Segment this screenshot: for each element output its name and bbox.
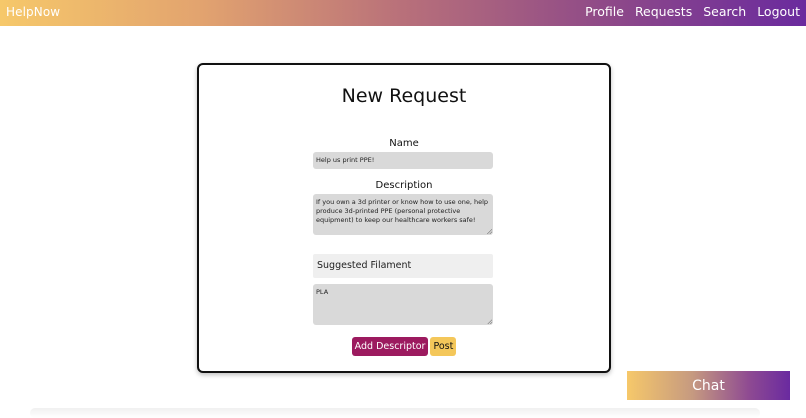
name-input[interactable]: Help us print PPE! xyxy=(313,152,493,169)
descriptor-value-text: PLA xyxy=(316,288,329,296)
chat-button[interactable]: Chat xyxy=(627,371,790,400)
new-request-card: New Request Name Help us print PPE! Desc… xyxy=(197,63,611,373)
description-text: If you own a 3d printer or know how to u… xyxy=(316,198,489,224)
descriptor-name-input[interactable]: Suggested Filament xyxy=(313,254,493,278)
resize-grip-icon[interactable] xyxy=(487,229,492,234)
add-descriptor-button[interactable]: Add Descriptor xyxy=(351,337,429,356)
descriptor-value-textarea[interactable]: PLA xyxy=(313,284,493,325)
nav-requests[interactable]: Requests xyxy=(635,4,692,19)
name-label: Name xyxy=(389,138,419,149)
bottom-panel-edge xyxy=(30,408,760,418)
description-textarea[interactable]: If you own a 3d printer or know how to u… xyxy=(313,194,493,235)
nav-logout[interactable]: Logout xyxy=(757,4,800,19)
resize-grip-icon[interactable] xyxy=(487,319,492,324)
form-actions: Add Descriptor Post xyxy=(199,337,609,356)
post-button[interactable]: Post xyxy=(430,337,457,356)
nav-search[interactable]: Search xyxy=(703,4,746,19)
nav-links: Profile Requests Search Logout xyxy=(585,4,800,19)
brand-logo[interactable]: HelpNow xyxy=(6,5,60,19)
nav-profile[interactable]: Profile xyxy=(585,4,624,19)
top-nav-bar: HelpNow Profile Requests Search Logout xyxy=(0,0,806,26)
page-title: New Request xyxy=(341,85,467,107)
description-label: Description xyxy=(375,180,433,191)
